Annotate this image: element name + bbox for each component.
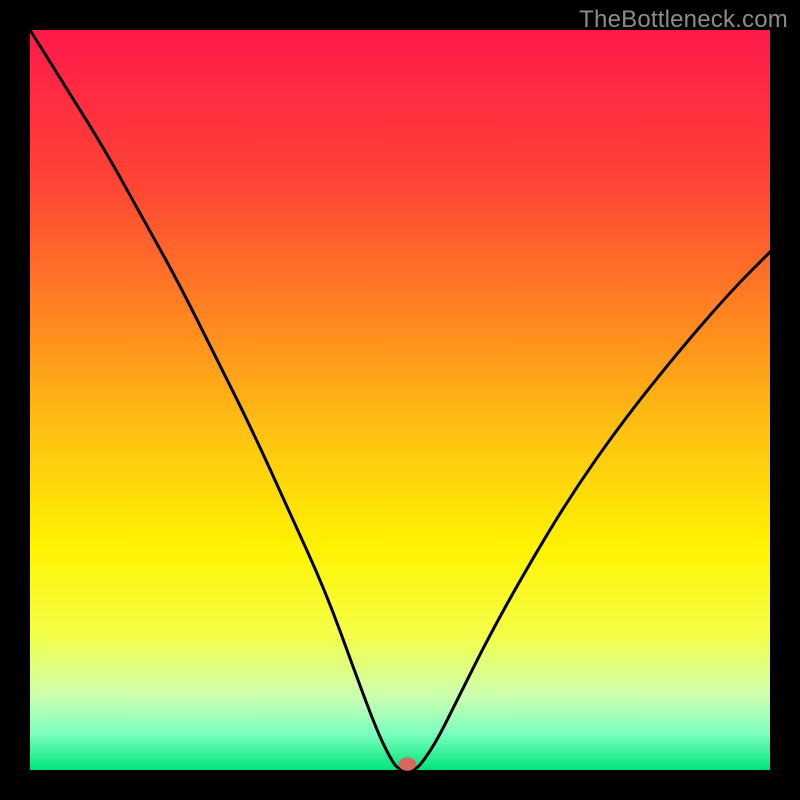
plot-background xyxy=(30,30,770,770)
chart-frame: TheBottleneck.com xyxy=(0,0,800,800)
chart-svg xyxy=(0,0,800,800)
optimum-marker xyxy=(399,757,417,770)
